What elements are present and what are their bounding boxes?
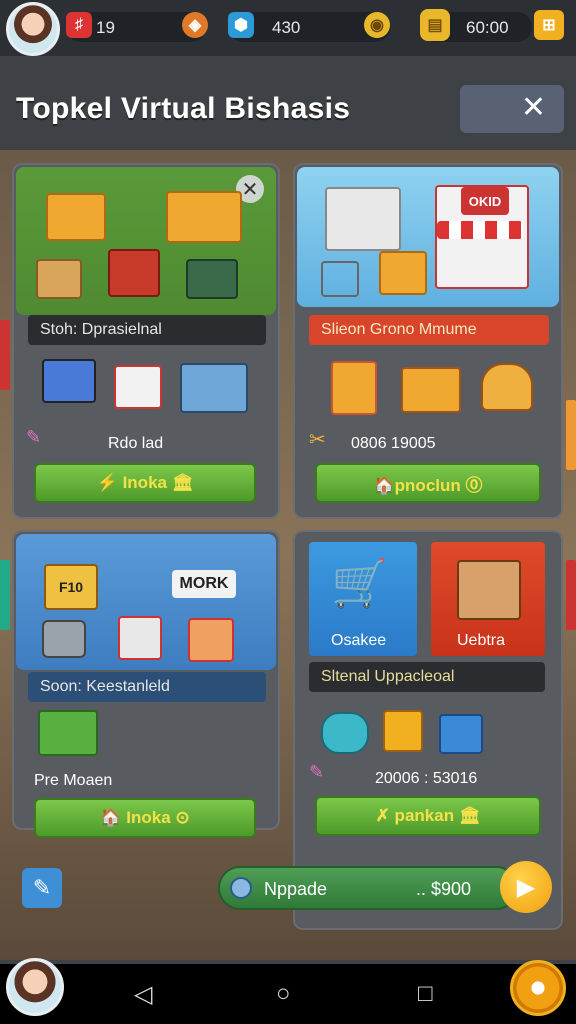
awning-icon [437, 221, 523, 239]
upgrade-badge-icon [230, 877, 252, 899]
store-card-3[interactable]: F10 MORK Soon: Keestanleld Pre Moaen 🏠 I… [12, 530, 280, 838]
card-1-stat: Rdo lad [108, 435, 164, 452]
mork-sign-icon: MORK [172, 570, 236, 598]
display-case-icon [180, 363, 248, 413]
card-4-stat: 20006 : 53016 [375, 770, 478, 787]
sale-sign-icon: F10 [44, 564, 98, 610]
card-1-label: Stoh: Dprasielnal [28, 315, 266, 345]
card-4-label: Sltenal Uppacleoal [309, 662, 545, 692]
tag-icon: ✎ [26, 427, 42, 447]
card-4-action-button[interactable]: ✗ pankan 🏛 [315, 796, 541, 836]
product-box-icon [383, 710, 423, 752]
gems-count: 430 [272, 18, 301, 37]
profile-avatar[interactable] [6, 958, 64, 1016]
delivery-tile-label: Uebtra [457, 632, 506, 649]
cooking-pot-icon [42, 620, 86, 658]
tape-roll-icon [321, 712, 369, 754]
coin-badge-icon[interactable]: ◉ [364, 12, 390, 38]
store-card-1[interactable]: ✕ Stoh: Dprasielnal ✎ Rdo lad ⚡ Inoka 🏛 [12, 163, 280, 519]
store-sign-icon: OKID [461, 187, 509, 215]
settings-gear-icon[interactable] [510, 960, 566, 1016]
recents-icon[interactable]: □ [418, 980, 433, 1008]
shelf-decoration [0, 320, 10, 390]
close-button[interactable]: ✕ [460, 85, 564, 133]
upgrade-button[interactable]: Nppade .. $900 [218, 866, 518, 910]
gold-stack-icon: ▤ [420, 9, 450, 41]
play-button[interactable]: ▶ [500, 861, 552, 913]
card-3-stat: Pre Moaen [34, 772, 113, 789]
add-currency-button[interactable]: ⊞ [534, 10, 564, 40]
player-avatar[interactable] [6, 2, 60, 56]
laptop-icon [42, 359, 96, 403]
gift-box-icon [114, 365, 162, 409]
warehouse-icon [325, 187, 401, 251]
crate-small-icon [36, 259, 82, 299]
burger-icon [481, 363, 533, 411]
shop-stand-icon [166, 191, 242, 243]
crate-icon [46, 193, 106, 241]
shelf-decoration [566, 560, 576, 630]
gem-icon: ⬢ [228, 12, 254, 38]
basket-icon [439, 714, 483, 754]
shelf-decoration [566, 400, 576, 470]
tag-icon: ✎ [309, 762, 325, 782]
home-icon[interactable]: ○ [276, 980, 291, 1008]
shelf-decoration [0, 560, 10, 630]
upgrade-price: .. $900 [416, 879, 472, 899]
card-3-label: Soon: Keestanleld [28, 672, 266, 702]
play-icon: ▶ [516, 873, 536, 901]
card-1-action-button[interactable]: ⚡ Inoka 🏛 [34, 463, 256, 503]
page-title: Topkel Virtual Bishasis [16, 92, 351, 125]
heart-currency-icon: ♯ [66, 12, 92, 38]
hearts-count: 19 [96, 18, 115, 37]
fries-icon [331, 361, 377, 415]
kiosk-icon [118, 616, 162, 660]
bread-box-icon [401, 367, 461, 413]
card-2-action-button[interactable]: 🏠pnoclun 🄋 [315, 463, 541, 503]
back-icon[interactable]: ◁ [134, 980, 152, 1009]
store-card-2[interactable]: OKID Slieon Grono Mmume ✂ 0806 19005 🏠pn… [293, 163, 563, 519]
card-3-action-button[interactable]: 🏠 Inoka ⊙ [34, 798, 256, 838]
close-icon: ✕ [520, 91, 546, 124]
card-2-stat: 0806 19005 [351, 435, 436, 452]
produce-cart-icon [38, 710, 98, 756]
edit-button[interactable]: ✎ [22, 868, 62, 908]
timer-value: 60:00 [466, 18, 509, 37]
pencil-icon: ✎ [32, 875, 52, 900]
upgrade-label: Nppade [264, 879, 328, 899]
tools-icon: ✂ [309, 429, 326, 451]
card-2-label: Slieon Grono Mmume [309, 315, 549, 345]
produce-crate-icon [379, 251, 427, 295]
shopping-cart-icon [321, 261, 359, 297]
books-icon [186, 259, 238, 299]
shopping-cart-icon: 🛒 [331, 557, 389, 609]
cart-tile-label: Osakee [331, 632, 387, 649]
market-stall-icon [108, 249, 160, 297]
shop-badge-icon[interactable]: ◈ [182, 12, 208, 38]
booth-icon [188, 618, 234, 662]
delivery-cart-icon [457, 560, 521, 620]
